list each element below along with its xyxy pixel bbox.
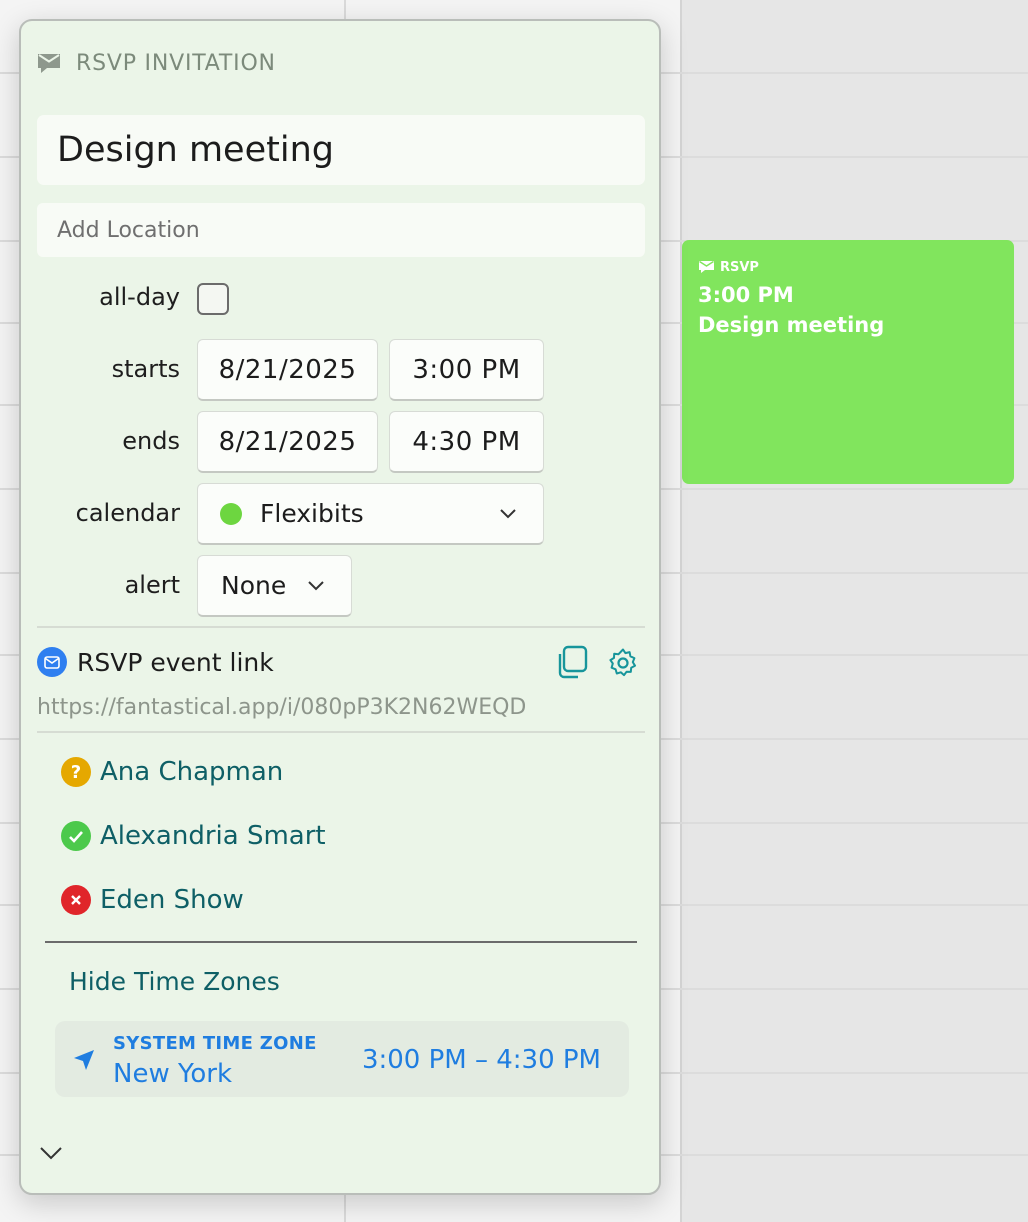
attendee-name: Eden Show [100, 885, 244, 915]
section-divider [37, 731, 645, 733]
calendar-select-value: Flexibits [260, 499, 364, 528]
location-arrow-icon [74, 1050, 94, 1070]
allday-label: all-day [99, 283, 180, 311]
grid-vertical-line [680, 0, 682, 1222]
ends-label: ends [122, 427, 180, 455]
rsvp-envelope-icon [699, 260, 714, 273]
starts-label: starts [111, 355, 180, 383]
time-zone-caption: SYSTEM TIME ZONE [113, 1033, 317, 1054]
event-rsvp-badge: RSVP [698, 260, 998, 275]
attendee-row[interactable]: Eden Show [61, 885, 244, 915]
calendar-next-column[interactable] [680, 0, 1028, 1222]
time-zone-card: SYSTEM TIME ZONE New York 3:00 PM – 4:30… [55, 1021, 629, 1097]
alert-select[interactable]: None [197, 555, 352, 617]
event-title: Design meeting [698, 313, 885, 337]
section-divider [37, 626, 645, 628]
start-date-field[interactable]: 8/21/2025 [197, 339, 378, 401]
attendee-row[interactable]: ? Ana Chapman [61, 757, 283, 787]
copy-icon[interactable] [554, 645, 590, 681]
hide-time-zones-button[interactable]: Hide Time Zones [69, 967, 280, 996]
gear-icon[interactable] [607, 647, 639, 679]
allday-checkbox[interactable] [197, 283, 229, 315]
alert-select-value: None [221, 571, 287, 600]
chevron-down-icon [500, 508, 516, 518]
attendee-row[interactable]: Alexandria Smart [61, 821, 326, 851]
rsvp-link-row: RSVP event link [37, 647, 274, 677]
alert-label: alert [124, 571, 180, 599]
declined-x-icon [61, 885, 91, 915]
start-time-field[interactable]: 3:00 PM [389, 339, 544, 401]
event-badge-label: RSVP [720, 260, 759, 275]
location-input[interactable] [37, 203, 645, 257]
end-time-field[interactable]: 4:30 PM [389, 411, 544, 473]
rsvp-url[interactable]: https://fantastical.app/i/080pP3K2N62WEQ… [37, 695, 526, 720]
chevron-down-icon [308, 580, 324, 590]
end-date-field[interactable]: 8/21/2025 [197, 411, 378, 473]
rsvp-mail-icon [37, 647, 67, 677]
calendar-event-block[interactable]: RSVP 3:00 PM Design meeting [682, 240, 1014, 484]
event-time: 3:00 PM [698, 283, 794, 307]
accepted-check-icon [61, 821, 91, 851]
pending-status-icon: ? [61, 757, 91, 787]
attendee-name: Alexandria Smart [100, 821, 326, 851]
calendar-color-dot [220, 502, 242, 525]
popover-header: RSVP INVITATION [37, 51, 276, 76]
calendar-select[interactable]: Flexibits [197, 483, 544, 545]
event-detail-popover: RSVP INVITATION Design meeting all-day s… [19, 19, 661, 1195]
event-title-field[interactable]: Design meeting [37, 115, 645, 185]
rsvp-link-label: RSVP event link [77, 647, 274, 677]
time-zone-city: New York [113, 1059, 233, 1089]
time-zone-range: 3:00 PM – 4:30 PM [361, 1045, 601, 1075]
calendar-label: calendar [75, 499, 180, 527]
expand-chevron-icon[interactable] [39, 1145, 63, 1161]
popover-header-label: RSVP INVITATION [76, 51, 276, 76]
attendee-name: Ana Chapman [100, 757, 284, 787]
attendees-divider [45, 941, 637, 943]
rsvp-envelope-icon [38, 53, 60, 73]
